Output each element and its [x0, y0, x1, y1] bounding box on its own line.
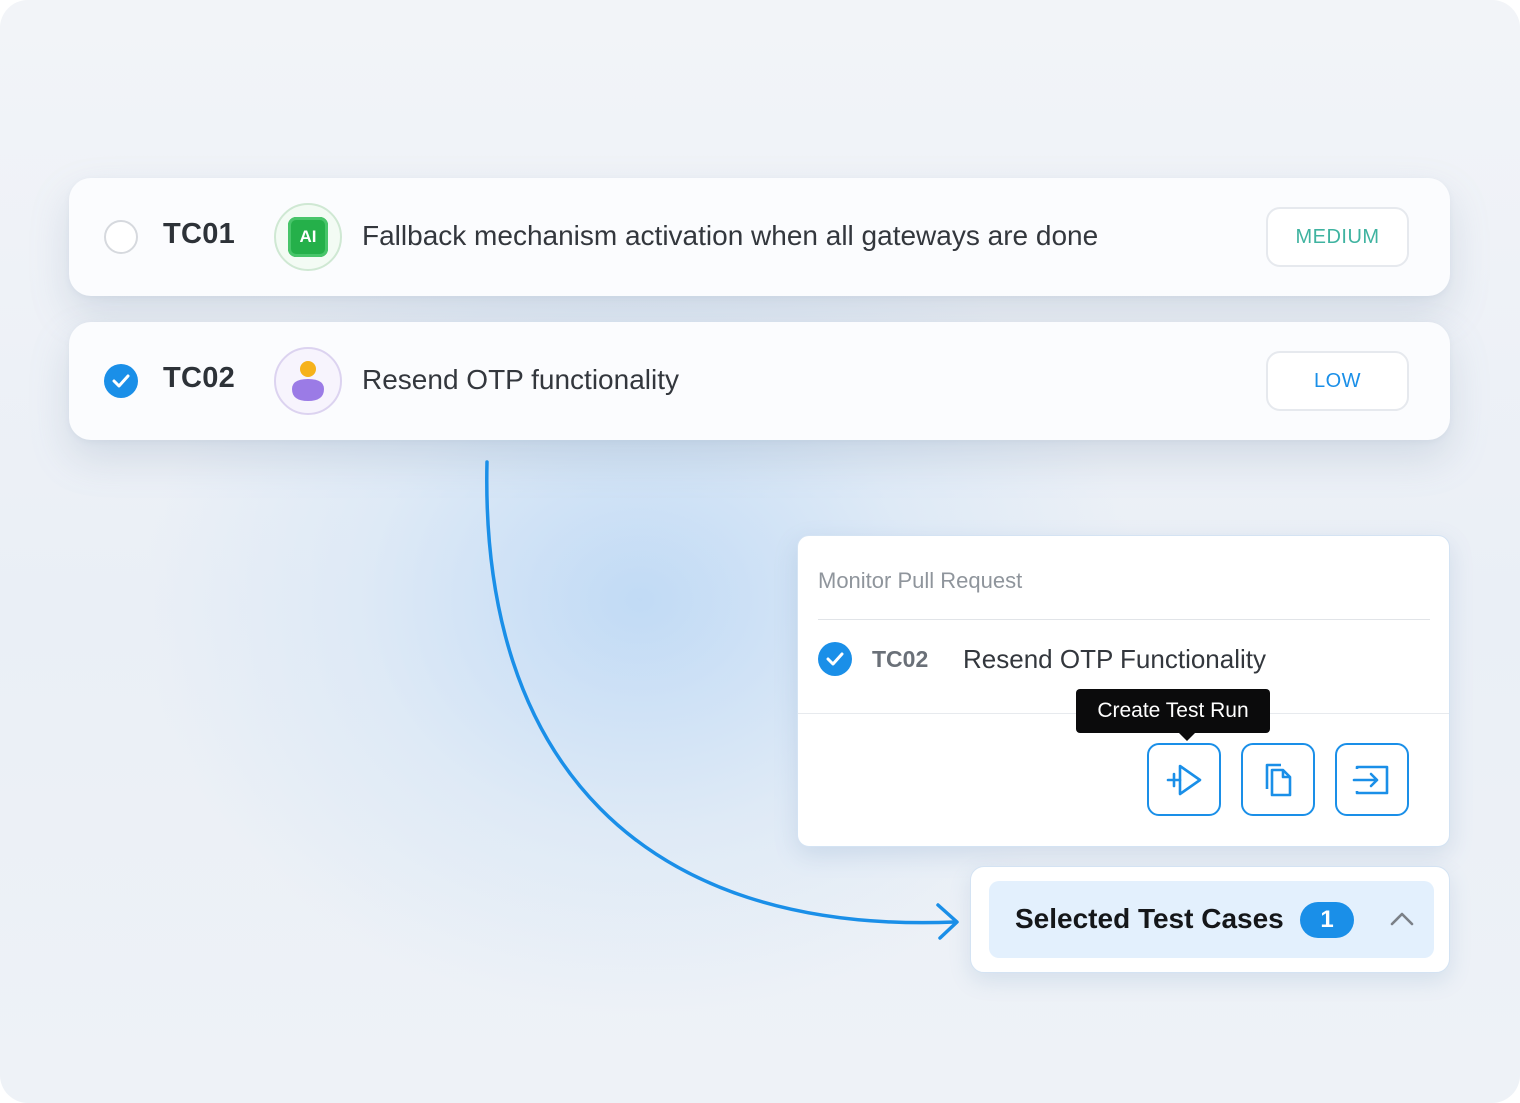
panel-item-checkbox[interactable] [818, 642, 852, 676]
panel-item-name: Resend OTP Functionality [963, 644, 1266, 674]
chevron-up-icon[interactable] [1389, 909, 1415, 929]
selected-test-cases-toggle[interactable]: Selected Test Cases 1 [989, 881, 1434, 958]
selected-test-cases-container: Selected Test Cases 1 [970, 866, 1450, 973]
selected-count-badge: 1 [1300, 902, 1354, 938]
checkmark-icon [826, 652, 844, 666]
copy-button[interactable] [1241, 743, 1315, 816]
move-button[interactable] [1335, 743, 1409, 816]
move-in-icon [1352, 765, 1389, 794]
copy-icon [1265, 763, 1292, 796]
play-plus-icon [1166, 764, 1202, 795]
monitor-pull-request-panel: Monitor Pull Request TC02 Resend OTP Fun… [797, 535, 1450, 847]
divider [818, 619, 1430, 620]
panel-item-id: TC02 [872, 646, 929, 672]
create-test-run-button[interactable] [1147, 743, 1221, 816]
canvas: TC01 AI Fallback mechanism activation wh… [0, 0, 1520, 1103]
panel-title: Monitor Pull Request [818, 568, 1023, 593]
tooltip: Create Test Run [1076, 689, 1270, 741]
selected-test-cases-label: Selected Test Cases [1015, 903, 1284, 934]
